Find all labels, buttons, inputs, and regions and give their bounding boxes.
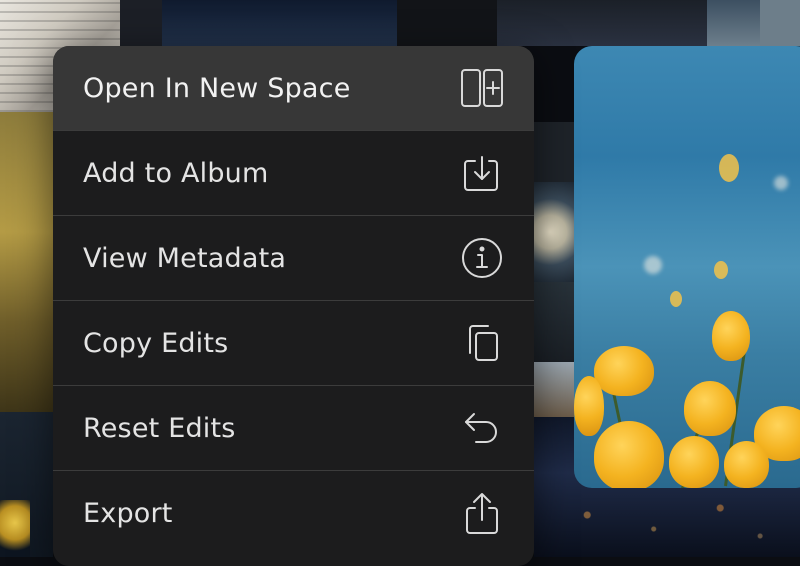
menu-item-open-in-new-space[interactable]: Open In New Space (53, 46, 534, 131)
share-export-icon (460, 492, 504, 536)
photo-thumbnail-bird[interactable] (0, 112, 53, 412)
context-menu: Open In New Space Add to Album View Meta… (53, 46, 534, 566)
menu-item-reset-edits[interactable]: Reset Edits (53, 386, 534, 471)
menu-item-label: Export (83, 498, 173, 529)
photo-thumbnail-balloon[interactable] (534, 182, 574, 282)
menu-item-copy-edits[interactable]: Copy Edits (53, 301, 534, 386)
menu-item-add-to-album[interactable]: Add to Album (53, 131, 534, 216)
menu-item-label: Add to Album (83, 157, 269, 189)
photo-thumbnail[interactable] (162, 0, 397, 46)
photo-thumbnail-desert[interactable] (534, 362, 574, 417)
menu-item-label: View Metadata (83, 242, 287, 274)
menu-item-label: Open In New Space (83, 72, 351, 104)
menu-item-label: Reset Edits (83, 412, 236, 444)
undo-arrow-icon (460, 406, 504, 450)
photo-thumbnail-jellyfish[interactable] (0, 500, 30, 557)
add-to-album-icon (460, 151, 504, 195)
menu-item-export[interactable]: Export (53, 471, 534, 556)
photo-preview (574, 46, 800, 488)
photo-thumbnail[interactable] (534, 122, 574, 182)
photo-thumbnail[interactable] (534, 282, 574, 362)
photo-thumbnail[interactable] (120, 0, 162, 46)
info-icon (460, 236, 504, 280)
photo-thumbnail[interactable] (397, 0, 497, 46)
copy-icon (460, 321, 504, 365)
photo-thumbnail[interactable] (497, 0, 707, 46)
photo-thumbnail[interactable] (760, 0, 800, 46)
menu-item-view-metadata[interactable]: View Metadata (53, 216, 534, 301)
open-in-new-space-icon (460, 66, 504, 110)
menu-item-label: Copy Edits (83, 327, 229, 359)
